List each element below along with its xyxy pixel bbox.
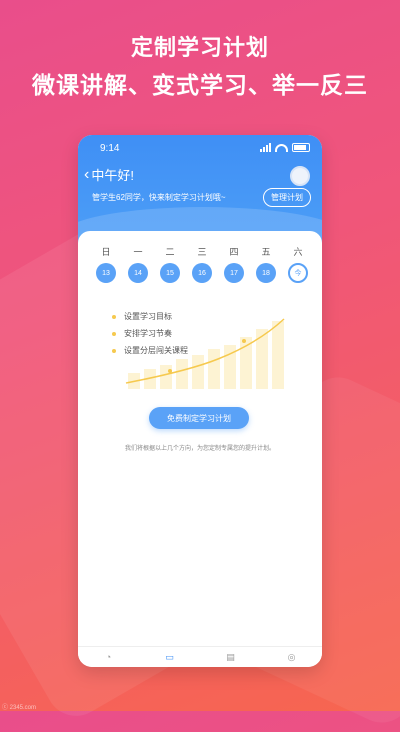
plan-card: 日 一 二 三 四 五 六 13 14 15 16 17 18 今 设置学习目标… bbox=[78, 231, 322, 667]
list-item: 设置分层闯关课程 bbox=[112, 345, 188, 356]
greeting-row: ‹ 中午好! bbox=[84, 165, 134, 184]
date-chip-today[interactable]: 今 bbox=[288, 263, 308, 283]
date-chip[interactable]: 18 bbox=[256, 263, 276, 283]
date-chip[interactable]: 17 bbox=[224, 263, 244, 283]
date-chip[interactable]: 14 bbox=[128, 263, 148, 283]
list-item-label: 设置学习目标 bbox=[124, 312, 172, 321]
promo-title: 定制学习计划 bbox=[130, 35, 269, 60]
create-plan-button[interactable]: 免费制定学习计划 bbox=[149, 407, 249, 429]
plan-items: 设置学习目标 安排学习节奏 设置分层闯关课程 bbox=[112, 311, 188, 362]
book-icon[interactable]: ▭ bbox=[164, 652, 176, 662]
bullet-icon bbox=[112, 314, 116, 319]
weekday-row: 日 一 二 三 四 五 六 bbox=[96, 245, 308, 258]
bullet-icon bbox=[112, 331, 116, 336]
watermark: ⓒ 2345.com bbox=[2, 705, 37, 711]
status-time: 9:14 bbox=[100, 143, 120, 154]
weekday: 一 bbox=[133, 247, 143, 257]
chart-icon[interactable]: ◔ bbox=[103, 652, 115, 662]
profile-icon[interactable]: ◎ bbox=[286, 652, 298, 662]
weekday: 五 bbox=[261, 247, 271, 257]
phone-mockup: 9:14 ‹ 中午好! 管学生62同学，快来制定学习计划哦~ 管理计划 日 一 … bbox=[78, 135, 322, 667]
promo-subtitle: 微课讲解、变式学习、举一反三 bbox=[32, 72, 368, 98]
greeting: 中午好! bbox=[91, 168, 134, 183]
date-chip[interactable]: 13 bbox=[96, 263, 116, 283]
avatar[interactable] bbox=[290, 166, 310, 186]
weekday: 六 bbox=[293, 247, 303, 257]
plan-note: 我们将根据以上几个方向，为您定制专属您的提升计划。 bbox=[124, 446, 275, 452]
weekday: 三 bbox=[197, 247, 207, 257]
list-item-label: 安排学习节奏 bbox=[124, 329, 172, 338]
signal-icon bbox=[260, 143, 271, 152]
notes-icon[interactable]: ▤ bbox=[225, 652, 237, 662]
date-chip[interactable]: 16 bbox=[192, 263, 212, 283]
date-row: 13 14 15 16 17 18 今 bbox=[96, 263, 308, 283]
weekday: 四 bbox=[229, 247, 239, 257]
manage-plan-button[interactable]: 管理计划 bbox=[263, 188, 311, 207]
status-icons bbox=[260, 143, 310, 152]
wifi-icon bbox=[275, 143, 288, 152]
bullet-icon bbox=[112, 348, 116, 353]
bottom-tab-bar: ◔ ▭ ▤ ◎ bbox=[78, 646, 322, 667]
list-item: 设置学习目标 bbox=[112, 311, 188, 322]
back-icon[interactable]: ‹ bbox=[84, 166, 89, 184]
weekday: 日 bbox=[101, 247, 111, 257]
date-chip[interactable]: 15 bbox=[160, 263, 180, 283]
list-item-label: 设置分层闯关课程 bbox=[124, 346, 188, 355]
battery-icon bbox=[292, 143, 310, 152]
weekday: 二 bbox=[165, 247, 175, 257]
list-item: 安排学习节奏 bbox=[112, 328, 188, 339]
student-info: 管学生62同学，快来制定学习计划哦~ bbox=[92, 193, 226, 202]
